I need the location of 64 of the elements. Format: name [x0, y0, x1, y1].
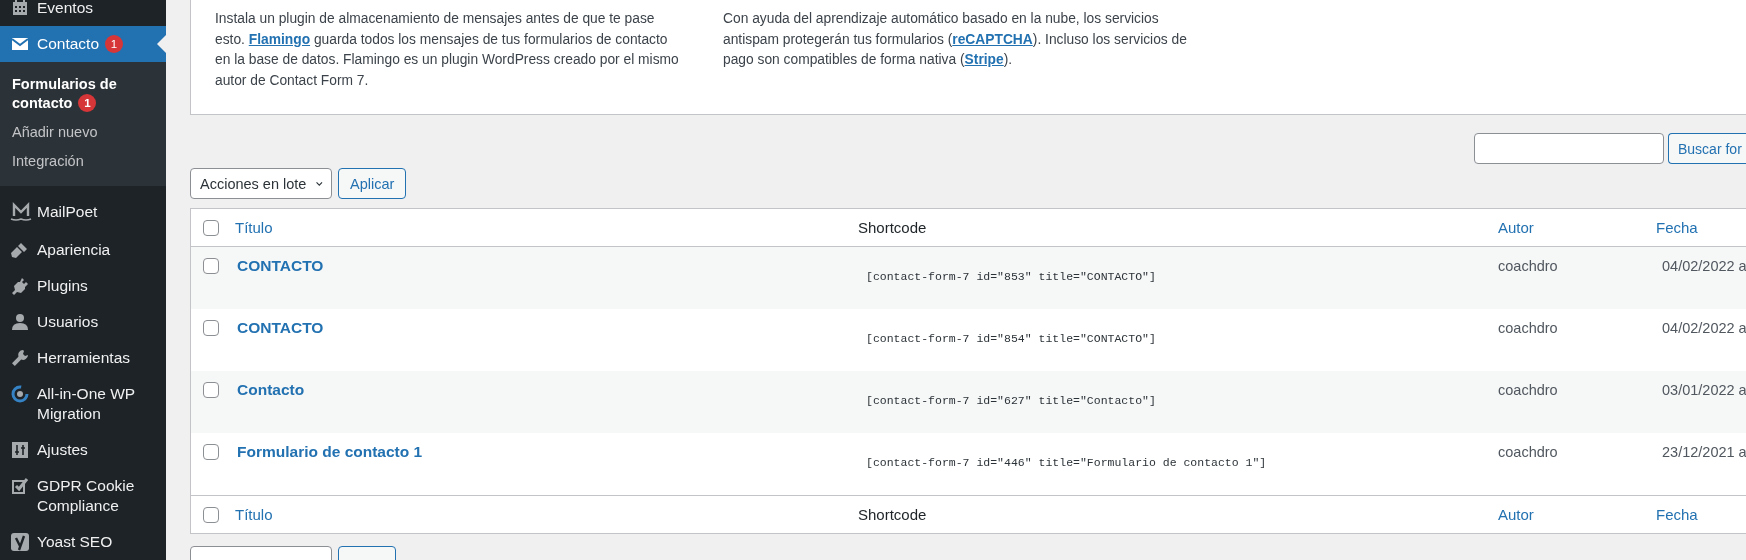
column-header[interactable]: Fecha — [1656, 506, 1698, 523]
plug-icon — [10, 276, 30, 296]
table-cell-text: coachdro — [1498, 443, 1558, 462]
menu-item[interactable]: Apariencia — [0, 232, 166, 268]
table-cell-text: coachdro — [1498, 257, 1558, 276]
menu-item[interactable]: Herramientas — [0, 340, 166, 376]
checkbox[interactable] — [203, 382, 219, 398]
form-title-link[interactable]: CONTACTO — [237, 247, 324, 276]
table-cell-text: 23/12/2021 a — [1662, 443, 1746, 462]
column-header: Shortcode — [858, 506, 927, 523]
menu-item[interactable]: Plugins — [0, 268, 166, 304]
shortcode-text: [contact-form-7 id="853" title="CONTACTO"] — [866, 270, 1156, 283]
table-cell-text: coachdro — [1498, 319, 1558, 338]
submenu-item[interactable]: Añadir nuevo — [0, 118, 166, 147]
form-title-link[interactable]: CONTACTO — [237, 309, 324, 338]
submenu-item[interactable]: Formularios de contacto 1 — [0, 70, 166, 118]
table-cell-text: 04/02/2022 a — [1662, 319, 1746, 338]
column-header[interactable]: Título — [235, 506, 273, 523]
link[interactable]: Stripe — [964, 52, 1004, 67]
menu-item[interactable]: Usuarios — [0, 304, 166, 340]
checkbox-icon — [10, 476, 30, 496]
yoast-logo-icon — [10, 532, 30, 552]
column-header[interactable]: Fecha — [1656, 219, 1698, 236]
form-title-link[interactable]: Contacto — [237, 371, 305, 400]
checkbox[interactable] — [203, 444, 219, 460]
menu-item[interactable]: Yoast SEO — [0, 524, 166, 560]
wrench-icon — [10, 348, 30, 368]
column-header[interactable]: Autor — [1498, 219, 1534, 236]
menu-item[interactable]: Eventos — [0, 0, 166, 26]
menu-item[interactable]: GDPR Cookie Compliance — [0, 468, 166, 524]
submenu-item[interactable]: Integración — [0, 147, 166, 176]
apply-button[interactable]: Aplicar — [338, 168, 407, 199]
checkbox[interactable] — [203, 219, 219, 236]
shortcode-text: [contact-form-7 id="446" title="Formulario de contacto 1"] — [866, 456, 1267, 469]
notice-paragraph: Con ayuda del aprendizaje automático basado en la nube, los servicios antispam protegerán tus formularios (reCAPTCHA). Incluso los servicios de pago son compatibles de forma nativa (Stripe). — [723, 10, 1188, 69]
column-header[interactable]: Autor — [1498, 506, 1534, 523]
chevron-down-icon — [316, 179, 323, 188]
menu-item[interactable]: MailPoet — [0, 194, 166, 232]
link[interactable]: reCAPTCHA — [952, 31, 1033, 47]
search-button[interactable]: Buscar for — [1668, 133, 1746, 164]
user-icon — [10, 312, 30, 332]
count-badge: 1 — [78, 94, 97, 112]
shortcode-text: [contact-form-7 id="854" title="CONTACTO"] — [866, 332, 1156, 345]
mailpoet-logo-icon — [10, 202, 32, 224]
notice-paragraph: Instala un plugin de almacenamiento de mensajes antes de que te pase esto. Flamingo guarda todos los mensajes de tus formularios de contacto en la base de datos. Flamingo es un plugin WordPress creado por el mismo autor de Contact Form 7. — [215, 10, 680, 90]
checkbox[interactable] — [203, 506, 219, 523]
menu-item[interactable]: All-in-One WP Migration — [0, 376, 166, 432]
paintbrush-icon — [10, 240, 30, 260]
table-cell-text: coachdro — [1498, 381, 1558, 400]
link[interactable]: Flamingo — [248, 31, 311, 47]
count-badge: 1 — [105, 35, 124, 53]
menu-item[interactable]: Contacto 1 — [0, 26, 166, 62]
column-header[interactable]: Título — [235, 219, 273, 236]
checkbox[interactable] — [203, 258, 219, 274]
menu-item[interactable]: Ajustes — [0, 432, 166, 468]
column-header: Shortcode — [858, 219, 927, 236]
sliders-icon — [10, 440, 30, 460]
table-cell-text: 04/02/2022 a — [1662, 257, 1746, 276]
checkbox[interactable] — [203, 320, 219, 336]
search-field[interactable] — [1474, 133, 1664, 164]
table-cell-text: 03/01/2022 a — [1662, 381, 1746, 400]
shortcode-text: [contact-form-7 id="627" title="Contacto"] — [866, 394, 1156, 407]
bulk-actions-select[interactable]: Acciones en lote — [190, 168, 332, 199]
form-title-link[interactable]: Formulario de contacto 1 — [237, 433, 423, 462]
